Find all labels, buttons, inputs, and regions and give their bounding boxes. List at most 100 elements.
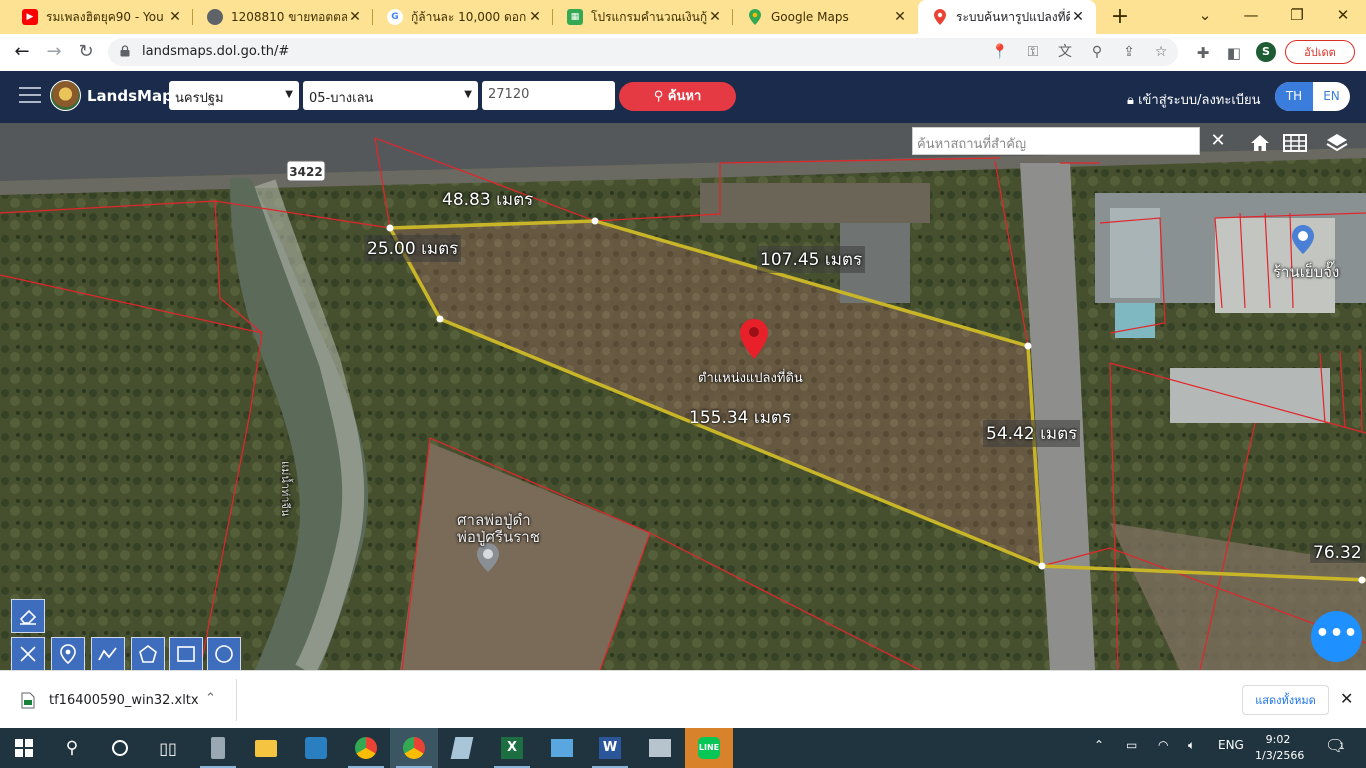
satellite-map[interactable]: 3422 48.83 เมตร 25.00 เมตร 107.45 เมตร 1… — [0, 123, 1366, 670]
rectangle-tool-icon[interactable] — [169, 637, 203, 670]
close-icon[interactable]: ✕ — [527, 9, 543, 25]
polyline-tool-icon[interactable] — [91, 637, 125, 670]
youtube-icon: ▶ — [22, 9, 38, 25]
tab-google-search[interactable]: G กู้ล้านละ 10,000 ดอกเบี้ย ✕ — [373, 0, 553, 34]
more-options-button[interactable]: ••• — [1311, 611, 1362, 662]
login-link[interactable]: 🔒︎ เข้าสู่ระบบ/ลงทะเบียน — [1127, 89, 1261, 110]
google-icon: G — [387, 9, 403, 25]
search-button[interactable]: ⚲ ค้นหา — [619, 82, 736, 111]
close-icon[interactable]: ✕ — [707, 9, 723, 25]
province-select[interactable]: นครปฐม ▼ — [169, 81, 299, 110]
browser-toolbar: ← → ↻ landsmaps.dol.go.th/# 📍 ⚿ 文 ⚲ ⇪ ☆ … — [0, 34, 1366, 72]
chevron-up-icon[interactable]: ⌃ — [205, 691, 216, 706]
update-button[interactable]: อัปเดต — [1285, 40, 1355, 64]
cortana-icon[interactable] — [96, 728, 144, 768]
back-button[interactable]: ← — [8, 38, 36, 66]
close-icon[interactable]: ✕ — [1070, 9, 1086, 25]
close-icon[interactable]: ✕ — [347, 9, 363, 25]
polygon-tool-icon[interactable] — [131, 637, 165, 670]
close-icon[interactable]: ✕ — [167, 9, 183, 25]
task-view-icon[interactable]: ▯▯ — [144, 728, 192, 768]
minimize-button[interactable]: — — [1228, 0, 1274, 34]
place-search-input[interactable]: ค้นหาสถานที่สำคัญ — [912, 127, 1200, 155]
eraser-tool-icon[interactable] — [11, 599, 45, 633]
app-icon-photos[interactable] — [636, 728, 684, 768]
restore-button[interactable]: ❐ — [1274, 0, 1320, 34]
menu-hamburger-icon[interactable] — [19, 87, 41, 105]
share-icon[interactable]: ⇪ — [1120, 43, 1138, 61]
app-icon-device[interactable] — [194, 728, 242, 768]
chevron-down-icon: ▼ — [464, 89, 472, 100]
volume-icon[interactable]: 🔈︎ — [1188, 738, 1195, 753]
chevron-up-icon[interactable]: ⌃ — [1094, 738, 1104, 752]
notification-count: 1 — [1339, 742, 1345, 752]
bookmark-star-icon[interactable]: ☆ — [1152, 43, 1170, 61]
place-search-placeholder: ค้นหาสถานที่สำคัญ — [917, 137, 1027, 152]
key-icon[interactable]: ⚿ — [1024, 43, 1042, 61]
clock[interactable]: 9:02 1/3/2566 — [1255, 732, 1305, 764]
clock-time: 9:02 — [1265, 733, 1291, 746]
forward-button[interactable]: → — [40, 38, 68, 66]
tab-youtube[interactable]: ▶ รมเพลงฮิตยุค90 - You ✕ — [8, 0, 193, 34]
reload-button[interactable]: ↻ — [72, 38, 100, 66]
department-logo — [50, 80, 81, 111]
clear-search-icon[interactable]: ✕ — [1203, 127, 1233, 155]
zoom-icon[interactable]: ⚲ — [1088, 43, 1106, 61]
location-icon[interactable]: 📍 — [991, 43, 1009, 61]
home-icon[interactable] — [1242, 127, 1278, 159]
file-explorer-icon[interactable] — [242, 728, 290, 768]
lock-icon — [120, 45, 130, 57]
word-icon[interactable]: W — [586, 728, 634, 768]
chrome-icon[interactable] — [342, 728, 390, 768]
input-language[interactable]: ENG — [1218, 738, 1244, 752]
tab-landsmaps[interactable]: ระบบค้นหารูปแปลงที่ดิน (L ✕ — [918, 0, 1096, 34]
battery-icon[interactable]: ▭ — [1126, 738, 1137, 752]
app-icon-sketchup[interactable] — [292, 728, 340, 768]
profile-avatar[interactable]: S — [1256, 42, 1276, 62]
close-icon[interactable]: ✕ — [892, 9, 908, 25]
show-all-downloads-button[interactable]: แสดงทั้งหมด — [1242, 685, 1329, 715]
clock-date: 1/3/2566 — [1255, 749, 1305, 762]
map-canvas[interactable]: 3422 — [0, 123, 1366, 670]
extensions-icon[interactable]: ✚ — [1193, 43, 1213, 63]
circle-tool-icon[interactable] — [207, 637, 241, 670]
wifi-icon[interactable]: ◠ — [1158, 738, 1168, 752]
line-app-icon[interactable]: LINE — [685, 728, 733, 768]
close-window-button[interactable]: ✕ — [1320, 0, 1366, 34]
tab-loan-calculator[interactable]: ▦ โปรแกรมคำนวณเงินกู้ ✕ — [553, 0, 733, 34]
province-value: นครปฐม — [175, 91, 224, 106]
new-tab-button[interactable]: + — [1108, 5, 1132, 29]
language-toggle: TH EN — [1275, 82, 1350, 111]
layers-icon[interactable] — [1319, 127, 1355, 159]
tab-label: 1208810 ขายทอตตลาด — [231, 9, 347, 24]
side-panel-icon[interactable]: ◧ — [1224, 43, 1244, 63]
lang-en-button[interactable]: EN — [1313, 82, 1350, 111]
close-icon[interactable]: ✕ — [1340, 689, 1353, 708]
address-bar[interactable]: landsmaps.dol.go.th/# 📍 ⚿ 文 ⚲ ⇪ ☆ — [108, 38, 1178, 66]
district-select[interactable]: 05-บางเลน ▼ — [303, 81, 478, 110]
tab-google-maps[interactable]: Google Maps ✕ — [733, 0, 918, 34]
parcel-number-input[interactable]: 27120 — [482, 81, 615, 110]
measure-tool-icon[interactable] — [11, 637, 45, 670]
excel-icon[interactable]: X — [488, 728, 536, 768]
search-icon[interactable]: ⚲ — [48, 728, 96, 768]
file-icon — [21, 692, 35, 709]
chevron-down-icon: ▼ — [285, 89, 293, 100]
app-icon-notes[interactable] — [438, 728, 486, 768]
grid-icon[interactable] — [1277, 127, 1313, 159]
tab-search-chevron-icon[interactable]: ⌄ — [1182, 0, 1228, 34]
lang-th-button[interactable]: TH — [1275, 82, 1313, 111]
windows-start-icon[interactable] — [0, 728, 48, 768]
download-filename[interactable]: tf16400590_win32.xltx — [49, 693, 199, 708]
translate-icon[interactable]: 文 — [1056, 43, 1074, 61]
globe-icon — [207, 9, 223, 25]
tab-auction[interactable]: 1208810 ขายทอตตลาด ✕ — [193, 0, 373, 34]
chrome-profile-icon[interactable] — [390, 728, 438, 768]
app-icon-control-panel[interactable] — [538, 728, 586, 768]
calculator-icon: ▦ — [567, 9, 583, 25]
measurement-label-right: 54.42 เมตร — [983, 420, 1081, 447]
marker-tool-icon[interactable] — [51, 637, 85, 670]
parcel-number-value: 27120 — [488, 87, 530, 102]
measurement-label-upper-right: 107.45 เมตร — [757, 246, 866, 273]
tab-label: รมเพลงฮิตยุค90 - You — [46, 9, 164, 24]
